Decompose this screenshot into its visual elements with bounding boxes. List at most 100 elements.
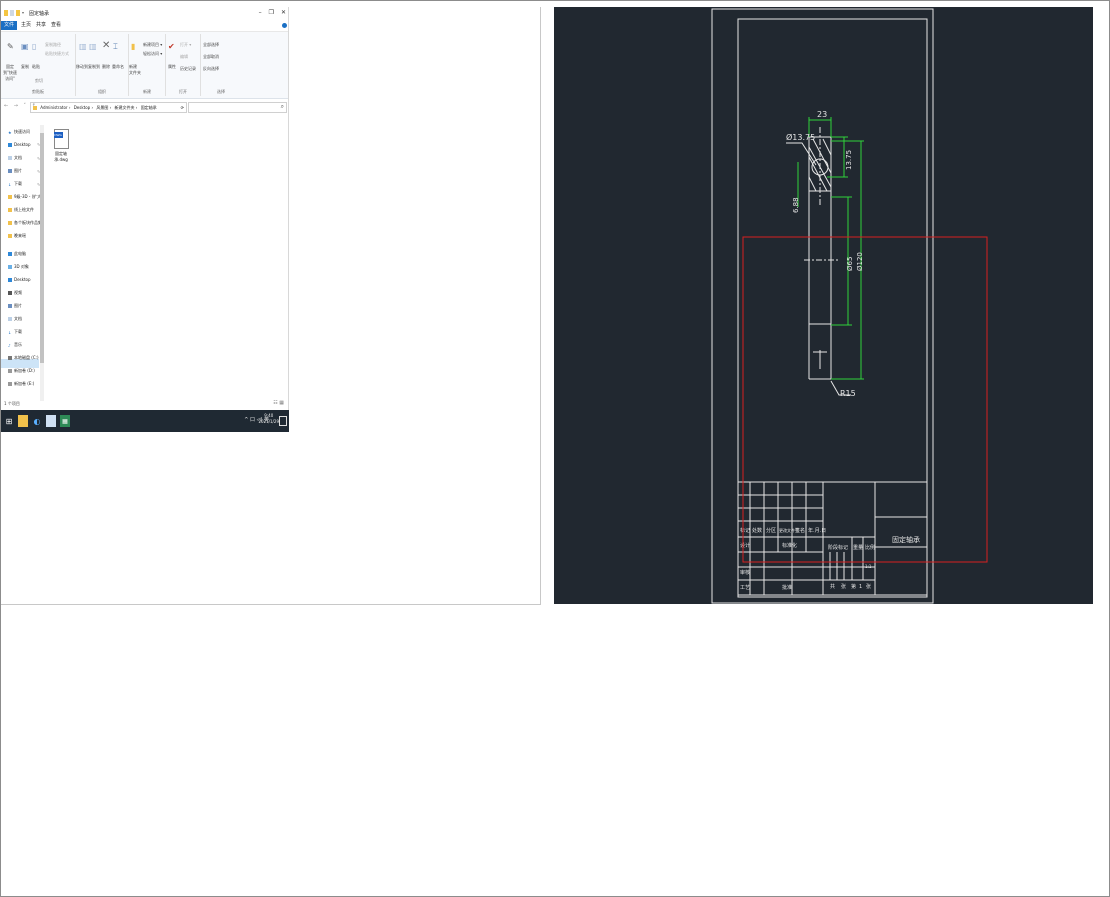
file-explorer-icon[interactable]	[18, 415, 28, 427]
nav-scrollbar[interactable]	[40, 125, 44, 401]
nav-folder-3[interactable]: 各个板块作品集	[8, 220, 42, 226]
dim-height-label: 13.75	[845, 150, 853, 170]
edit-button[interactable]: 编辑	[180, 54, 188, 60]
folder-icon	[8, 208, 12, 212]
copy-to-button[interactable]: 复制到	[88, 64, 100, 70]
tb-review: 审核	[740, 569, 750, 576]
invert-selection-button[interactable]: 反向选择	[203, 66, 219, 72]
nav-desktop-pc[interactable]: Desktop	[8, 277, 31, 282]
paste-shortcut-button[interactable]: 粘贴快捷方式	[45, 51, 69, 57]
nav-label: 快速访问	[14, 129, 30, 134]
selection-window[interactable]	[742, 236, 988, 563]
file-explorer-window: ▾ 固定轴承 – ❐ ✕ 文件 主页 共享 查看 ✎ 固定到"快速访问" ▣ 复…	[1, 7, 289, 432]
dwg-file-icon: DWG	[53, 129, 69, 149]
clock-date: 2021/1/29	[258, 419, 279, 424]
scrollbar-thumb[interactable]	[40, 133, 44, 363]
navigation-pane: ★ 快速访问 Desktop ✎ 文档 ✎ 图片 ✎ ↓ 下载 ✎ 9级-3D - (扩大)…	[1, 7, 45, 386]
nav-downloads[interactable]: ↓ 下载 ✎	[8, 181, 40, 187]
tb-scale-value: 1:1	[865, 564, 872, 569]
refresh-icon[interactable]: ⟳	[181, 103, 184, 112]
windows-start-icon[interactable]: ⊞	[4, 415, 14, 427]
document-app-icon[interactable]	[46, 415, 56, 427]
nav-label: 文档	[14, 316, 22, 321]
organize-group-label: 组织	[98, 89, 106, 94]
view-toggle-icon[interactable]: ☷ ▦	[273, 400, 284, 406]
clock[interactable]: 9:40 2021/1/29	[258, 413, 279, 425]
breadcrumb-scenery[interactable]: 风景图	[96, 105, 108, 110]
nav-label: 本地磁盘 (C:)	[14, 355, 39, 360]
nav-documents-pc[interactable]: 文档	[8, 316, 22, 322]
nav-pictures[interactable]: 图片 ✎	[8, 168, 40, 174]
breadcrumb-desktop[interactable]: Desktop	[74, 105, 91, 110]
browser-icon[interactable]: ◐	[32, 415, 42, 427]
dim-65-label: Ø65	[846, 257, 854, 271]
history-button[interactable]: 历史记录	[180, 66, 196, 72]
nav-downloads-pc[interactable]: ↓ 下载	[8, 329, 22, 335]
select-group-label: 选择	[217, 89, 225, 94]
new-folder-icon: ▮	[131, 42, 136, 51]
breadcrumb-current[interactable]: 固定轴承	[141, 105, 157, 110]
delete-button[interactable]: 删除	[102, 64, 110, 70]
nav-3d-objects[interactable]: 3D 对象	[8, 264, 29, 270]
nav-label: 下载	[14, 181, 22, 186]
properties-icon: ✔	[168, 42, 175, 51]
help-icon[interactable]	[282, 23, 287, 28]
rename-button[interactable]: 重命名	[112, 64, 124, 70]
nav-label: 新加卷 (D:)	[14, 368, 35, 373]
nav-drive-d[interactable]: 新加卷 (D:)	[8, 368, 35, 374]
nav-label: 9级-3D - (扩大)	[14, 194, 43, 199]
open-group-label: 打开	[179, 89, 187, 94]
close-button[interactable]: ✕	[281, 9, 286, 16]
tab-view[interactable]: 查看	[48, 21, 64, 30]
nav-folder-2[interactable]: 线上绘文件	[8, 207, 34, 213]
drive-icon	[8, 369, 12, 373]
nav-desktop[interactable]: Desktop ✎	[8, 142, 40, 147]
nav-music[interactable]: ♪ 音乐	[8, 342, 22, 348]
properties-button[interactable]: 属性	[168, 64, 176, 70]
nav-label: 线上绘文件	[14, 207, 34, 212]
cad-app-icon[interactable]: ▦	[60, 415, 70, 427]
video-icon	[8, 291, 12, 295]
move-to-button[interactable]: 移动到	[76, 64, 88, 70]
select-none-button[interactable]: 全部取消	[203, 54, 219, 60]
minimize-button[interactable]: –	[259, 9, 262, 16]
copy-path-button[interactable]: 复制路径	[45, 42, 61, 48]
nav-folder-1[interactable]: 9级-3D - (扩大)	[8, 194, 43, 200]
nav-label: 音乐	[14, 342, 22, 347]
select-all-button[interactable]: 全部选择	[203, 42, 219, 48]
maximize-button[interactable]: ❐	[269, 9, 274, 16]
address-bar[interactable]: Administrator › Desktop › 风景图 › 新建文件夹 › …	[30, 102, 187, 113]
file-item[interactable]: DWG 固定轴承.dwg	[53, 129, 69, 163]
tb-weight: 重量	[853, 544, 863, 551]
tb-scale: 比例	[865, 544, 875, 551]
nav-label: 3D 对象	[14, 264, 29, 269]
nav-label: 图片	[14, 168, 22, 173]
new-group-label: 新建	[143, 89, 151, 94]
select-group: 全部选择 全部取消 反向选择 选择	[201, 34, 241, 96]
new-item-button[interactable]: 新建项目 ▾	[143, 42, 162, 48]
nav-this-pc[interactable]: 此电脑	[8, 251, 26, 257]
nav-videos[interactable]: 视频	[8, 290, 22, 296]
breadcrumb-new-folder[interactable]: 新建文件夹	[115, 105, 135, 110]
desktop-icon	[8, 277, 12, 282]
move-to-icon: ▥	[79, 42, 87, 51]
nav-documents[interactable]: 文档 ✎	[8, 155, 40, 161]
tb-standardize: 标准化	[782, 542, 797, 549]
search-input[interactable]: ⌕	[188, 102, 287, 113]
nav-pictures-pc[interactable]: 图片	[8, 303, 22, 309]
nav-drive-e[interactable]: 新加卷 (E:)	[8, 381, 34, 387]
notification-icon[interactable]	[279, 416, 287, 426]
open-button[interactable]: 打开 ▾	[180, 42, 191, 48]
tb-sheet-unit2: 张	[866, 583, 871, 590]
nav-drive-c[interactable]: 本地磁盘 (C:)	[8, 355, 39, 361]
easy-access-button[interactable]: 轻松访问 ▾	[143, 51, 162, 57]
nav-label: 各个板块作品集	[14, 220, 42, 225]
new-folder-button[interactable]: 新建 文件夹	[129, 64, 141, 76]
copy-to-icon: ▥	[89, 42, 97, 51]
tb-date: 年.月.日	[808, 527, 826, 534]
tb-sheet-unit: 张	[841, 583, 846, 590]
left-screenshot-panel: ▾ 固定轴承 – ❐ ✕ 文件 主页 共享 查看 ✎ 固定到"快速访问" ▣ 复…	[1, 7, 541, 605]
nav-folder-4[interactable]: 晚来瑶	[8, 233, 26, 239]
nav-quick-access[interactable]: ★ 快速访问	[8, 129, 30, 135]
computer-icon	[8, 252, 12, 256]
